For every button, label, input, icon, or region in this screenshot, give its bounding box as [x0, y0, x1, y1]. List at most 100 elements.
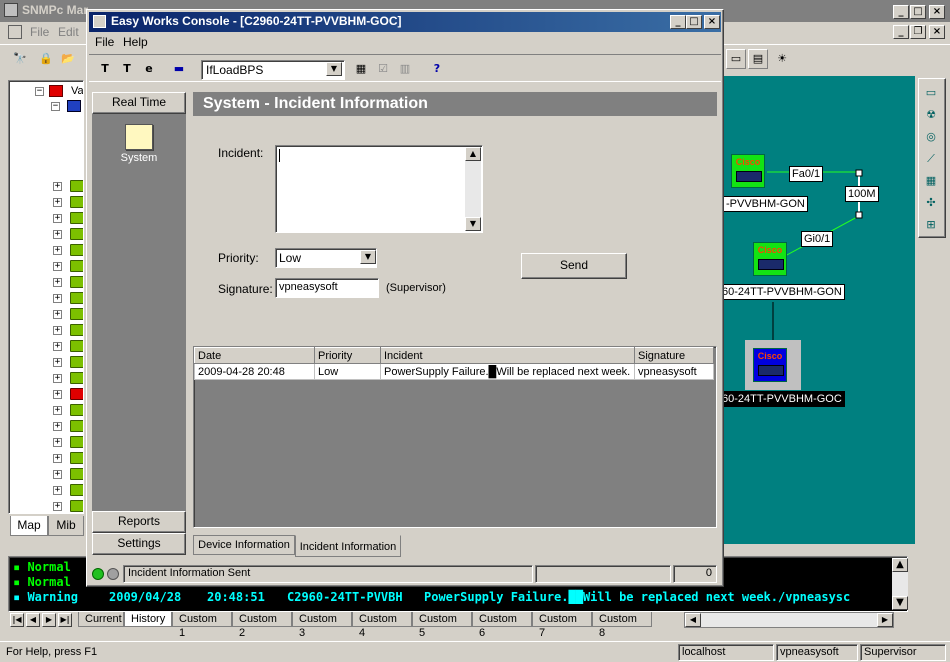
tree-expand-icon[interactable]: +: [53, 214, 62, 223]
col-incident[interactable]: Incident: [380, 347, 635, 364]
log-tab-custom-5[interactable]: Custom 5: [412, 612, 472, 639]
tree-item[interactable]: +: [53, 467, 83, 483]
tree-item[interactable]: +: [53, 339, 83, 355]
console-minimize-button[interactable]: _: [670, 15, 686, 29]
system-item[interactable]: System: [114, 124, 164, 174]
tree-item[interactable]: +: [53, 499, 83, 513]
tree-panel[interactable]: − Va − + + + + + + + + + + + + + + + + + + + + +: [8, 80, 84, 514]
tree-expand-icon[interactable]: +: [53, 358, 62, 367]
send-button[interactable]: Send: [521, 253, 627, 279]
incident-grid[interactable]: Date Priority Incident Signature 2009-04…: [194, 347, 714, 380]
console-maximize-button[interactable]: □: [686, 15, 702, 29]
console-close-button[interactable]: ×: [704, 15, 720, 29]
tree-expand-icon[interactable]: +: [53, 342, 62, 351]
console-menu-help[interactable]: Help: [123, 35, 148, 49]
tree-item[interactable]: +: [53, 195, 83, 211]
col-signature[interactable]: Signature: [634, 347, 714, 364]
table-icon[interactable]: ▦: [351, 59, 371, 79]
settings-button[interactable]: Settings: [92, 533, 186, 555]
tree-item[interactable]: +: [53, 403, 83, 419]
menu-file[interactable]: File: [30, 25, 49, 39]
tree-expand-icon[interactable]: +: [53, 502, 62, 511]
tree-item[interactable]: +: [53, 419, 83, 435]
main-close-button[interactable]: ×: [929, 5, 945, 19]
col-date[interactable]: Date: [194, 347, 315, 364]
tree-expand-icon[interactable]: +: [53, 310, 62, 319]
text-tool-icon[interactable]: T: [95, 59, 115, 79]
tree-collapse-icon[interactable]: −: [51, 102, 60, 111]
log-tab-custom-1[interactable]: Custom 1: [172, 612, 232, 639]
table-row[interactable]: 2009-04-28 20:48 Low PowerSupply Failure…: [194, 363, 714, 380]
log-tab-custom-2[interactable]: Custom 2: [232, 612, 292, 639]
scroll-down-arrow[interactable]: ▼: [465, 217, 481, 231]
log-hscroll[interactable]: ◀ ▶: [684, 612, 894, 628]
tree-expand-icon[interactable]: +: [53, 262, 62, 271]
tree-collapse-icon[interactable]: −: [35, 87, 44, 96]
tree-item[interactable]: +: [53, 227, 83, 243]
map-node-switch-selected[interactable]: Cisco: [753, 348, 787, 382]
log-scrollbar[interactable]: ▲ ▼: [892, 558, 908, 610]
log-row[interactable]: ▪ Warning: [13, 590, 78, 604]
realtime-button[interactable]: Real Time: [92, 92, 186, 114]
tree-item[interactable]: +: [53, 355, 83, 371]
tree-expand-icon[interactable]: +: [53, 278, 62, 287]
tree-expand-icon[interactable]: +: [53, 406, 62, 415]
tree-item[interactable]: +: [53, 307, 83, 323]
grid-icon[interactable]: ▦: [921, 171, 941, 191]
scroll-up-arrow[interactable]: ▲: [892, 558, 908, 572]
scroll-right-arrow[interactable]: ▶: [877, 613, 893, 627]
tree-item[interactable]: +: [53, 435, 83, 451]
report-icon[interactable]: ▤: [748, 49, 768, 69]
metric-select[interactable]: IfLoadBPS ▼: [201, 60, 345, 80]
log-row[interactable]: ▪ Normal: [13, 575, 71, 589]
tree-icon[interactable]: ⊞: [921, 215, 941, 235]
help-icon[interactable]: ?: [427, 59, 447, 79]
map-node-switch[interactable]: Cisco: [753, 242, 787, 276]
bar-chart-icon[interactable]: ▥: [395, 59, 415, 79]
mdi-restore-button[interactable]: ❐: [910, 25, 926, 39]
chart-icon[interactable]: ▭: [726, 49, 746, 69]
first-tab-arrow[interactable]: |◀: [10, 613, 24, 627]
tree-item[interactable]: +: [53, 179, 83, 195]
tree-item[interactable]: +: [53, 291, 83, 307]
map-node-switch[interactable]: Cisco: [731, 154, 765, 188]
tree-item[interactable]: +: [53, 211, 83, 227]
link-icon[interactable]: ⟋: [921, 149, 941, 169]
map-view[interactable]: Cisco Fa0/1 100M Gi0/1 -PVVBHM-GON Cisco…: [715, 76, 915, 544]
log-tab-custom-3[interactable]: Custom 3: [292, 612, 352, 639]
binoculars-icon[interactable]: 🔭: [10, 49, 30, 69]
mdi-close-button[interactable]: ×: [929, 25, 945, 39]
scroll-up-arrow[interactable]: ▲: [465, 147, 481, 161]
tree-expand-icon[interactable]: +: [53, 198, 62, 207]
console-title-bar[interactable]: Easy Works Console - [C2960-24TT-PVVBHM-…: [89, 12, 721, 32]
network-icon[interactable]: ✣: [921, 193, 941, 213]
radiation-icon[interactable]: ☢: [921, 105, 941, 125]
menu-edit[interactable]: Edit: [58, 25, 79, 39]
tree-item[interactable]: +: [53, 451, 83, 467]
log-tab-current[interactable]: Current: [78, 612, 124, 627]
text-frame-icon[interactable]: T: [117, 59, 137, 79]
edit-tool-icon[interactable]: e: [139, 59, 159, 79]
log-tab-custom-4[interactable]: Custom 4: [352, 612, 412, 639]
chevron-down-icon[interactable]: ▼: [326, 62, 342, 76]
incident-textarea[interactable]: ▲ ▼: [275, 145, 483, 233]
mdi-minimize-button[interactable]: _: [893, 25, 909, 39]
log-row[interactable]: ▪ Normal: [13, 560, 71, 574]
scroll-left-arrow[interactable]: ◀: [685, 613, 701, 627]
tab-incident-information[interactable]: Incident Information: [295, 535, 401, 557]
checklist-icon[interactable]: ☑: [373, 59, 393, 79]
tree-item[interactable]: +: [53, 371, 83, 387]
incident-scrollbar[interactable]: ▲ ▼: [465, 147, 481, 231]
log-tab-custom-6[interactable]: Custom 6: [472, 612, 532, 639]
tab-map[interactable]: Map: [10, 516, 48, 536]
sun-icon[interactable]: ☀: [772, 49, 792, 69]
console-menu-file[interactable]: File: [95, 35, 114, 49]
tree-expand-icon[interactable]: +: [53, 326, 62, 335]
tree-item[interactable]: +: [53, 387, 83, 403]
incident-table[interactable]: Date Priority Incident Signature 2009-04…: [193, 346, 717, 528]
keyboard-icon[interactable]: ▬: [169, 59, 189, 79]
log-tab-history[interactable]: History: [124, 612, 172, 627]
tab-mib[interactable]: Mib: [48, 516, 84, 536]
tree-expand-icon[interactable]: +: [53, 486, 62, 495]
log-tab-custom-7[interactable]: Custom 7: [532, 612, 592, 639]
